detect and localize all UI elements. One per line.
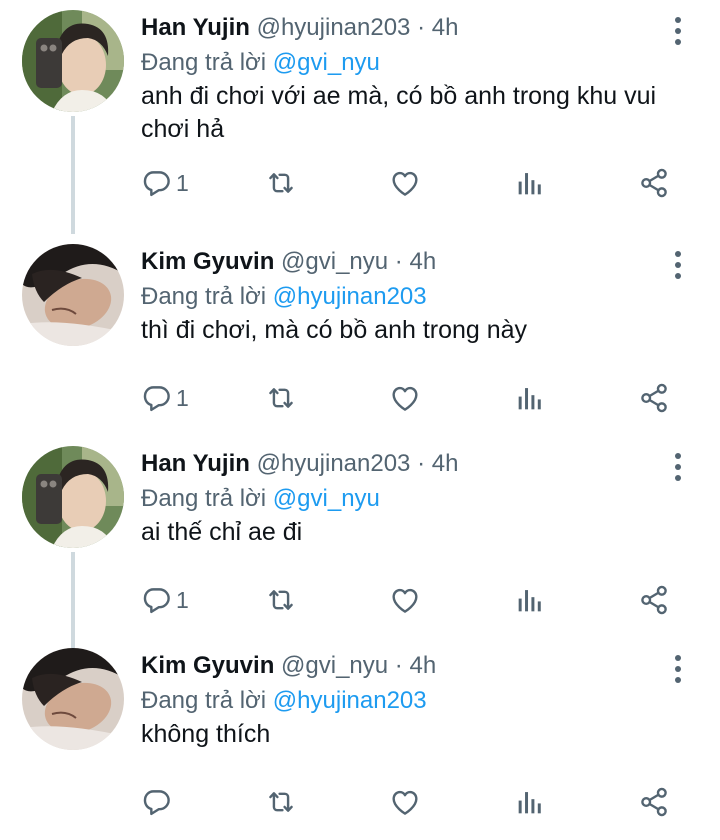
reply-icon — [140, 166, 174, 200]
retweet-icon — [264, 583, 298, 617]
views-button[interactable] — [513, 582, 547, 618]
reply-button[interactable]: 1 — [140, 582, 189, 618]
retweet-icon — [264, 381, 298, 415]
mention-link[interactable]: @gvi_nyu — [273, 49, 380, 76]
replying-to: Đang trả lời @gvi_nyu — [141, 47, 380, 79]
views-button[interactable] — [513, 784, 547, 820]
views-button[interactable] — [513, 380, 547, 416]
action-bar: 1 — [0, 165, 720, 201]
user-handle[interactable]: @gvi_nyu — [281, 248, 388, 275]
like-button[interactable] — [388, 582, 422, 618]
share-icon — [637, 583, 671, 617]
action-bar: 1 — [0, 380, 720, 416]
share-button[interactable] — [637, 165, 671, 201]
mention-link[interactable]: @gvi_nyu — [273, 485, 380, 512]
reply-count: 1 — [176, 586, 189, 613]
avatar-han-yujin-icon — [22, 10, 124, 112]
views-icon — [513, 166, 547, 200]
tweet-item[interactable]: Han Yujin @hyujinan203 · 4h Đang trả lời… — [0, 0, 720, 234]
reply-button[interactable]: 1 — [140, 165, 189, 201]
like-button[interactable] — [388, 165, 422, 201]
share-button[interactable] — [637, 582, 671, 618]
tweet-header: Han Yujin @hyujinan203 · 4h — [141, 12, 458, 44]
separator-dot: · — [417, 450, 426, 477]
more-options-icon[interactable] — [672, 248, 684, 282]
tweet-text: không thích — [141, 720, 271, 748]
replying-prefix: Đang trả lời — [141, 49, 267, 76]
timestamp[interactable]: 4h — [409, 248, 436, 275]
tweet-text: thì đi chơi, mà có bồ anh trong này — [141, 316, 528, 344]
replying-prefix: Đang trả lời — [141, 283, 267, 310]
replying-to: Đang trả lời @hyujinan203 — [141, 281, 427, 313]
retweet-icon — [264, 166, 298, 200]
replying-to: Đang trả lời @hyujinan203 — [141, 685, 427, 717]
like-button[interactable] — [388, 380, 422, 416]
retweet-icon — [264, 785, 298, 819]
action-bar — [0, 784, 720, 820]
more-options-icon[interactable] — [672, 14, 684, 48]
retweet-button[interactable] — [264, 784, 298, 820]
like-icon — [388, 381, 422, 415]
tweet-item[interactable]: Kim Gyuvin @gvi_nyu · 4h Đang trả lời @h… — [0, 638, 720, 840]
action-bar: 1 — [0, 582, 720, 618]
like-icon — [388, 166, 422, 200]
display-name[interactable]: Kim Gyuvin — [141, 248, 274, 275]
display-name[interactable]: Kim Gyuvin — [141, 652, 274, 679]
user-handle[interactable]: @gvi_nyu — [281, 652, 388, 679]
tweet-header: Han Yujin @hyujinan203 · 4h — [141, 448, 458, 480]
user-handle[interactable]: @hyujinan203 — [257, 450, 411, 477]
share-button[interactable] — [637, 380, 671, 416]
views-icon — [513, 583, 547, 617]
tweet-text: anh đi chơi với ae mà, có bồ anh trong k… — [141, 82, 657, 143]
tweet-header: Kim Gyuvin @gvi_nyu · 4h — [141, 246, 436, 278]
views-icon — [513, 785, 547, 819]
display-name[interactable]: Han Yujin — [141, 450, 250, 477]
retweet-button[interactable] — [264, 582, 298, 618]
display-name[interactable]: Han Yujin — [141, 14, 250, 41]
separator-dot: · — [394, 652, 403, 679]
reply-icon — [140, 785, 174, 819]
views-icon — [513, 381, 547, 415]
like-icon — [388, 785, 422, 819]
reply-icon — [140, 583, 174, 617]
separator-dot: · — [394, 248, 403, 275]
mention-link[interactable]: @hyujinan203 — [273, 687, 427, 714]
more-options-icon[interactable] — [672, 652, 684, 686]
share-icon — [637, 381, 671, 415]
user-handle[interactable]: @hyujinan203 — [257, 14, 411, 41]
views-button[interactable] — [513, 165, 547, 201]
like-icon — [388, 583, 422, 617]
replying-prefix: Đang trả lời — [141, 687, 267, 714]
avatar-han-yujin-icon — [22, 446, 124, 548]
share-icon — [637, 785, 671, 819]
tweet-item[interactable]: Kim Gyuvin @gvi_nyu · 4h Đang trả lời @h… — [0, 234, 720, 436]
like-button[interactable] — [388, 784, 422, 820]
tweet-text: ai thế chỉ ae đi — [141, 518, 303, 546]
avatar[interactable] — [22, 446, 124, 548]
share-button[interactable] — [637, 784, 671, 820]
mention-link[interactable]: @hyujinan203 — [273, 283, 427, 310]
avatar-kim-gyuvin-icon — [22, 244, 124, 346]
tweet-header: Kim Gyuvin @gvi_nyu · 4h — [141, 650, 436, 682]
avatar[interactable] — [22, 244, 124, 346]
share-icon — [637, 166, 671, 200]
reply-button[interactable]: 1 — [140, 380, 189, 416]
separator-dot: · — [417, 14, 426, 41]
timestamp[interactable]: 4h — [432, 450, 459, 477]
replying-prefix: Đang trả lời — [141, 485, 267, 512]
reply-icon — [140, 381, 174, 415]
tweet-item[interactable]: Han Yujin @hyujinan203 · 4h Đang trả lời… — [0, 436, 720, 648]
replying-to: Đang trả lời @gvi_nyu — [141, 483, 380, 515]
avatar-kim-gyuvin-icon — [22, 648, 124, 750]
retweet-button[interactable] — [264, 380, 298, 416]
avatar[interactable] — [22, 10, 124, 112]
reply-count: 1 — [176, 384, 189, 411]
avatar[interactable] — [22, 648, 124, 750]
reply-button[interactable] — [140, 784, 176, 820]
timestamp[interactable]: 4h — [432, 14, 459, 41]
retweet-button[interactable] — [264, 165, 298, 201]
timestamp[interactable]: 4h — [409, 652, 436, 679]
more-options-icon[interactable] — [672, 450, 684, 484]
reply-count: 1 — [176, 169, 189, 196]
